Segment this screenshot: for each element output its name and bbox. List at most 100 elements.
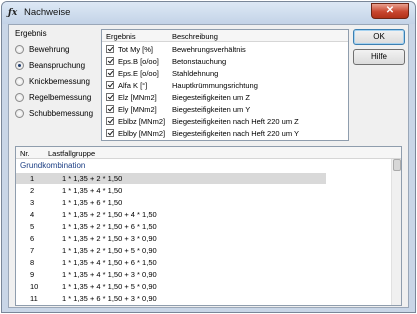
result-row[interactable]: Eblbz [MNm2] Biegesteifigkeiten nach Heft… — [102, 116, 348, 127]
dialog-body: Ergebnis Bewehrung Beanspruchung Knickbeme… — [8, 24, 409, 308]
result-checkbox[interactable] — [106, 117, 114, 125]
lastfall-nr: 7 — [30, 246, 35, 255]
result-description: Biegesteifigkeiten um Z — [172, 93, 250, 102]
lastfall-value: 1 * 1,35 + 4 * 1,50 + 5 * 0,90 — [62, 282, 157, 291]
lastfall-nr: 5 — [30, 222, 35, 231]
lastfall-value: 1 * 1,35 + 4 * 1,50 + 3 * 0,90 — [62, 270, 157, 279]
lastfall-row[interactable]: 3 1 * 1,35 + 6 * 1,50 — [16, 197, 326, 208]
result-code: Ely [MNm2] — [118, 105, 157, 114]
result-checkbox[interactable] — [106, 57, 114, 65]
lastfall-nr: 2 — [30, 186, 35, 195]
result-code: Eps.E [o/oo] — [118, 69, 159, 78]
lastfall-row[interactable]: 6 1 * 1,35 + 2 * 1,50 + 3 * 0,90 — [16, 233, 326, 244]
radio-label: Schubbemessung — [29, 108, 94, 118]
lastfall-value: 1 * 1,35 + 6 * 1,50 + 3 * 0,90 — [62, 294, 157, 303]
result-code: Tot My [%] — [118, 45, 154, 54]
lastfall-nr: 1 — [30, 174, 35, 183]
lastfall-nr: 4 — [30, 210, 35, 219]
lastfall-row[interactable]: 4 1 * 1,35 + 2 * 1,50 + 4 * 1,50 — [16, 209, 326, 220]
scrollbar-thumb[interactable] — [393, 159, 401, 171]
lastfall-value: 1 * 1,35 + 2 * 1,50 — [62, 174, 123, 183]
radio-button-icon[interactable] — [15, 92, 24, 102]
result-checkbox[interactable] — [106, 105, 114, 113]
result-row[interactable]: Elz [MNm2] Biegesteifigkeiten um Z — [102, 92, 348, 103]
radio-button-icon[interactable] — [15, 108, 24, 118]
lastfall-nr: 6 — [30, 234, 35, 243]
result-row[interactable]: Alfa K [°] Hauptkrümmungsrichtung — [102, 80, 348, 91]
col-header-ergebnis[interactable]: Ergebnis — [106, 32, 136, 41]
result-row[interactable]: Eps.B [o/oo] Betonstauchung — [102, 56, 348, 67]
radio-knickbemessung[interactable]: Knickbemessung — [15, 75, 90, 87]
result-code: Alfa K [°] — [118, 81, 148, 90]
lastfall-value: 1 * 1,35 + 2 * 1,50 + 5 * 0,90 — [62, 246, 157, 255]
radio-button-icon[interactable] — [15, 76, 24, 86]
result-description: Biegesteifigkeiten nach Heft 220 um Y — [172, 129, 300, 138]
lastfall-grid-header: Nr. Lastfallgruppe — [16, 147, 401, 159]
result-description: Biegesteifigkeiten um Y — [172, 105, 251, 114]
col-header-nr[interactable]: Nr. — [20, 149, 30, 158]
result-row[interactable]: Eblby [MNm2] Biegesteifigkeiten nach Heft… — [102, 128, 348, 139]
result-row[interactable]: Eps.E [o/oo] Stahldehnung — [102, 68, 348, 79]
radio-schubbemessung[interactable]: Schubbemessung — [15, 107, 93, 119]
lastfall-row[interactable]: 9 1 * 1,35 + 4 * 1,50 + 3 * 0,90 — [16, 269, 326, 280]
lastfall-value: 1 * 1,35 + 2 * 1,50 + 4 * 1,50 — [62, 210, 157, 219]
nachweise-window: ƒx Nachweise ✕ Ergebnis Bewehrung Beanspr… — [1, 1, 416, 313]
lastfall-grid: Nr. Lastfallgruppe Grundkombination 1 1 *… — [15, 146, 402, 306]
close-icon: ✕ — [385, 5, 395, 16]
result-code: Elz [MNm2] — [118, 93, 157, 102]
lastfall-nr: 10 — [30, 282, 39, 291]
lastfall-value: 1 * 1,35 + 2 * 1,50 + 3 * 0,90 — [62, 234, 157, 243]
close-button[interactable]: ✕ — [371, 3, 409, 19]
help-button[interactable]: Hilfe — [353, 49, 405, 65]
lastfall-row[interactable]: 5 1 * 1,35 + 2 * 1,50 + 6 * 1,50 — [16, 221, 326, 232]
lastfall-row[interactable]: 7 1 * 1,35 + 2 * 1,50 + 5 * 0,90 — [16, 245, 326, 256]
lastfall-row[interactable]: 2 1 * 1,35 + 4 * 1,50 — [16, 185, 326, 196]
col-header-beschreibung[interactable]: Beschreibung — [172, 32, 218, 41]
radio-bewehrung[interactable]: Bewehrung — [15, 43, 69, 55]
lastfall-value: 1 * 1,35 + 4 * 1,50 + 6 * 1,50 — [62, 258, 157, 267]
result-checkbox[interactable] — [106, 81, 114, 89]
col-header-lastfallgruppe[interactable]: Lastfallgruppe — [48, 149, 95, 158]
vertical-scrollbar[interactable] — [391, 159, 401, 305]
result-checkbox[interactable] — [106, 93, 114, 101]
result-list: Ergebnis Beschreibung Tot My [%] Bewehrun… — [101, 29, 349, 141]
ok-button[interactable]: OK — [353, 29, 405, 45]
result-checkbox[interactable] — [106, 45, 114, 53]
result-row[interactable]: Ely [MNm2] Biegesteifigkeiten um Y — [102, 104, 348, 115]
lastfall-row[interactable]: 11 1 * 1,35 + 6 * 1,50 + 3 * 0,90 — [16, 293, 326, 304]
title-bar[interactable]: ƒx Nachweise ✕ — [2, 2, 415, 24]
result-description: Stahldehnung — [172, 69, 219, 78]
lastfall-value: 1 * 1,35 + 4 * 1,50 — [62, 186, 123, 195]
ergebnis-group-label: Ergebnis — [15, 29, 47, 38]
fx-app-icon: ƒx — [8, 8, 18, 18]
group-title-grundkombination: Grundkombination — [20, 161, 86, 170]
lastfall-nr: 3 — [30, 198, 35, 207]
radio-button-icon[interactable] — [15, 44, 24, 54]
lastfall-nr: 8 — [30, 258, 35, 267]
result-checkbox[interactable] — [106, 69, 114, 77]
radio-regelbemessung[interactable]: Regelbemessung — [15, 91, 91, 103]
lastfall-row[interactable]: 8 1 * 1,35 + 4 * 1,50 + 6 * 1,50 — [16, 257, 326, 268]
result-code: Eblbz [MNm2] — [118, 117, 166, 126]
result-list-header: Ergebnis Beschreibung — [102, 30, 348, 42]
radio-beanspruchung[interactable]: Beanspruchung — [15, 59, 85, 71]
result-description: Bewehrungsverhältnis — [172, 45, 246, 54]
lastfall-row[interactable]: 1 1 * 1,35 + 2 * 1,50 — [16, 173, 326, 184]
lastfall-nr: 11 — [30, 294, 38, 303]
lastfall-value: 1 * 1,35 + 6 * 1,50 — [62, 198, 123, 207]
result-code: Eblby [MNm2] — [118, 129, 166, 138]
lastfall-value: 1 * 1,35 + 2 * 1,50 + 6 * 1,50 — [62, 222, 157, 231]
window-title: Nachweise — [24, 7, 71, 18]
radio-label: Knickbemessung — [29, 76, 90, 86]
result-description: Hauptkrümmungsrichtung — [172, 81, 258, 90]
result-row[interactable]: Tot My [%] Bewehrungsverhältnis — [102, 44, 348, 55]
result-description: Betonstauchung — [172, 57, 227, 66]
lastfall-nr: 9 — [30, 270, 35, 279]
radio-label: Beanspruchung — [29, 60, 86, 70]
radio-label: Regelbemessung — [29, 92, 92, 102]
result-checkbox[interactable] — [106, 129, 114, 137]
result-description: Biegesteifigkeiten nach Heft 220 um Z — [172, 117, 299, 126]
radio-button-icon[interactable] — [15, 60, 24, 70]
radio-label: Bewehrung — [29, 44, 70, 54]
lastfall-row[interactable]: 10 1 * 1,35 + 4 * 1,50 + 5 * 0,90 — [16, 281, 326, 292]
